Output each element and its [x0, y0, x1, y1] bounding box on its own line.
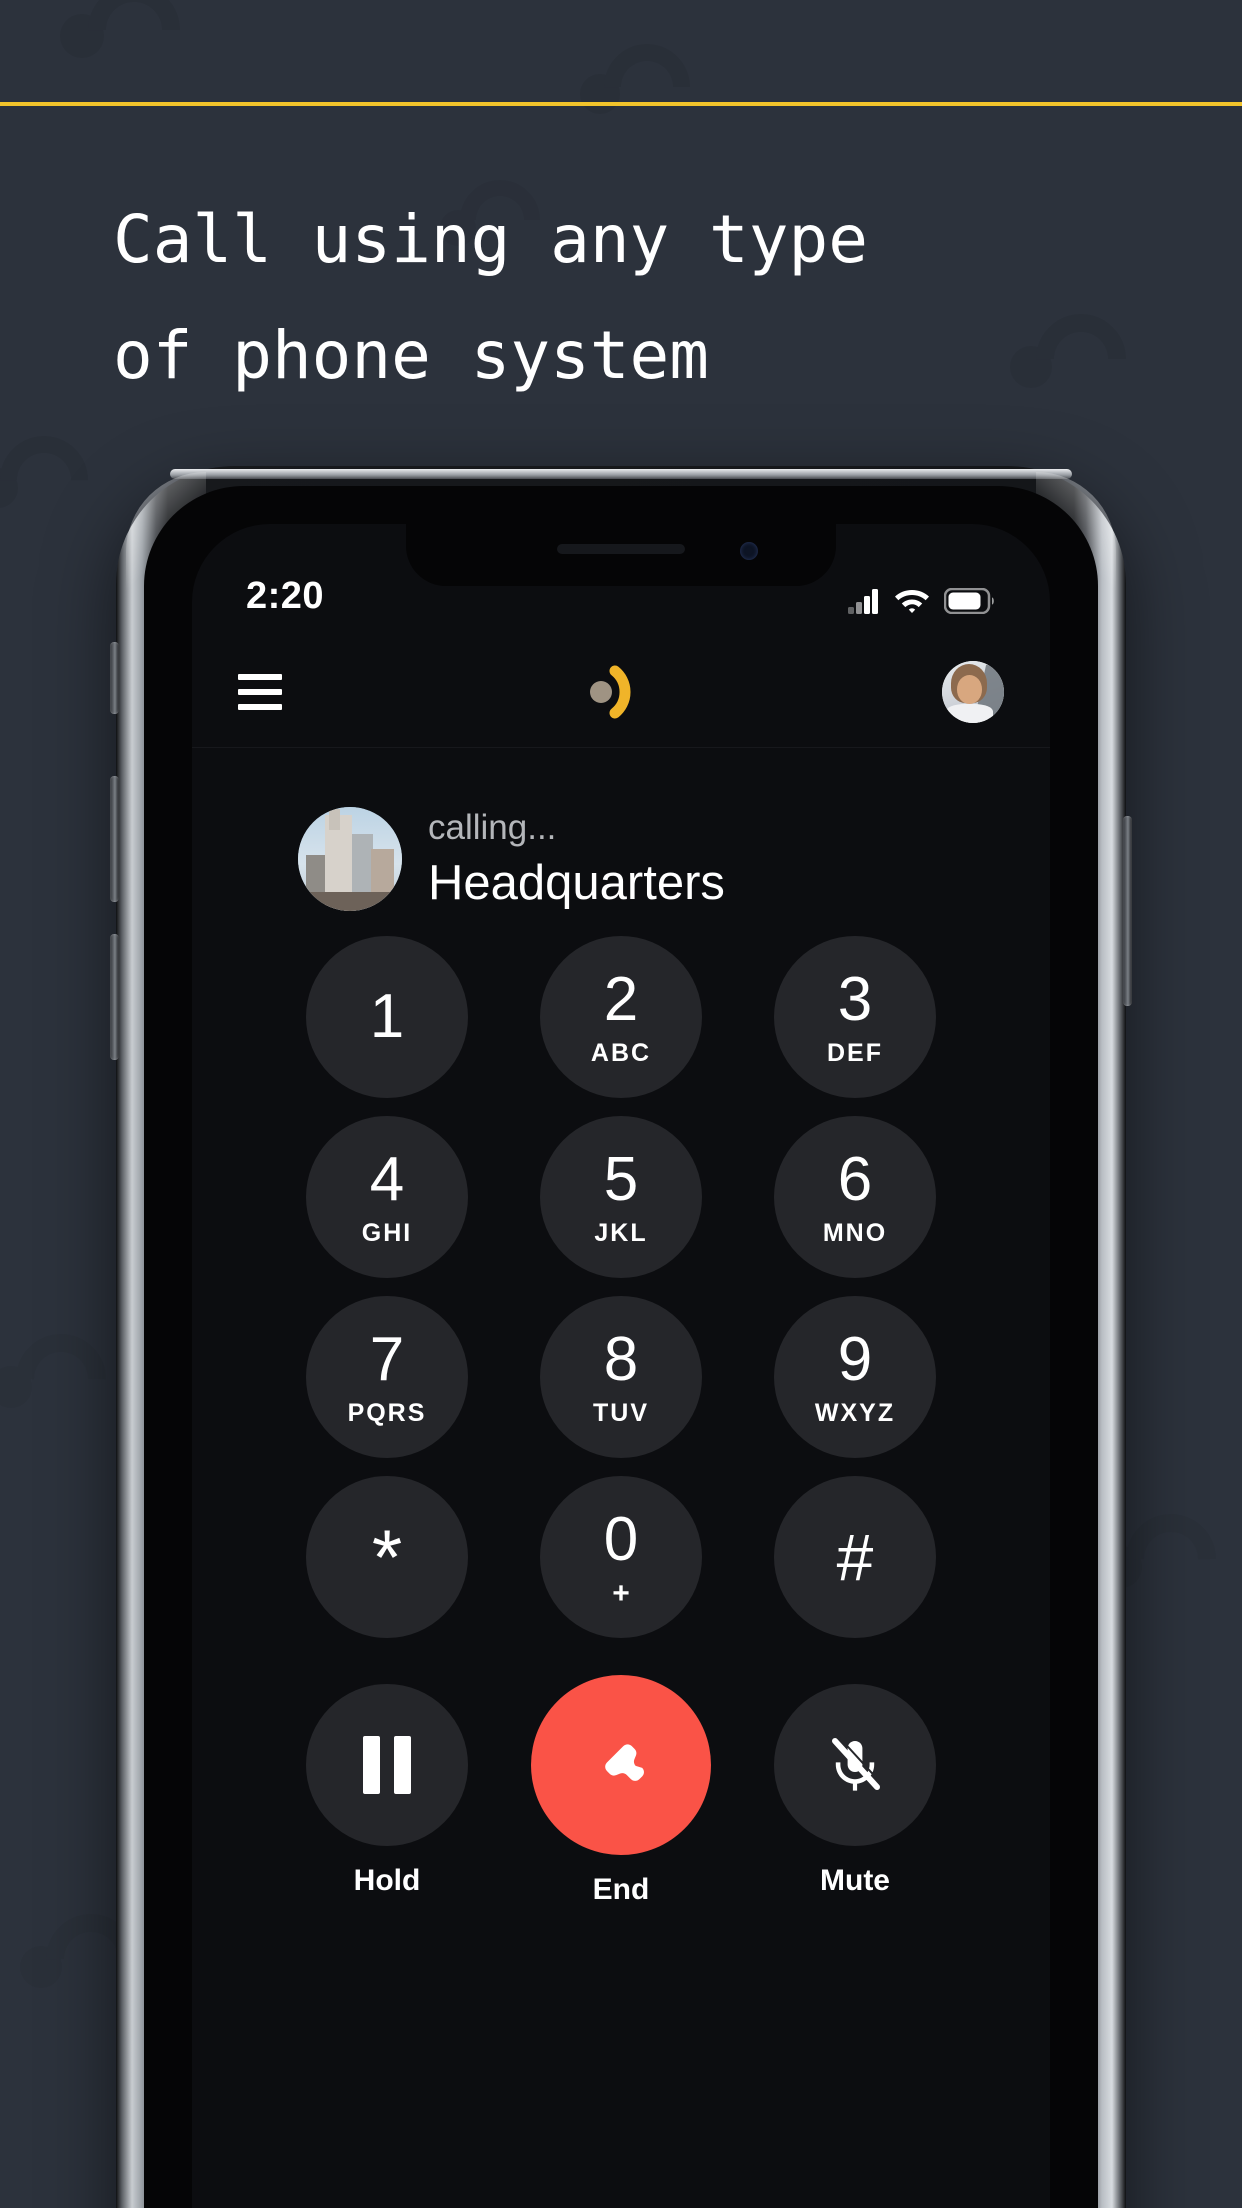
hold-label: Hold: [353, 1864, 421, 1897]
dialpad-key-letters: WXYZ: [814, 1398, 896, 1427]
hamburger-menu-icon[interactable]: [238, 673, 282, 710]
phone-mockup: 2:20 calling... Headquarters 1 2 ABC 3 D…: [110, 466, 1132, 2208]
dialpad-key-letters: DEF: [827, 1038, 883, 1067]
contact-photo: [298, 807, 402, 911]
dialpad-key-digit: 0: [603, 1504, 639, 1574]
deco-brand-mark: [0, 417, 110, 570]
microphone-muted-icon: [832, 1736, 882, 1791]
silent-switch-button[interactable]: [110, 642, 119, 714]
call-text: calling... Headquarters: [428, 806, 725, 912]
call-contact-name: Headquarters: [428, 856, 725, 910]
hang-up-phone-icon: [605, 1744, 644, 1781]
power-button[interactable]: [1123, 816, 1132, 1006]
display-notch: [406, 524, 836, 586]
dialpad-key-digit: 1: [369, 982, 405, 1051]
dialpad-key-digit: *: [371, 1513, 403, 1601]
battery-icon: [944, 588, 994, 614]
dialpad-key-9[interactable]: 9 WXYZ: [774, 1296, 936, 1458]
end-call-action: End: [504, 1675, 738, 1907]
mute-label: Mute: [820, 1864, 890, 1897]
active-call-info: calling... Headquarters: [298, 806, 725, 912]
volume-down-button[interactable]: [110, 934, 119, 1060]
dialpad-key-letters: ABC: [590, 1038, 652, 1067]
end-call-label: End: [592, 1873, 650, 1906]
dialpad-key-digit: 7: [369, 1324, 405, 1394]
dialpad-key-0[interactable]: 0 +: [540, 1476, 702, 1638]
end-call-button[interactable]: [531, 1675, 711, 1855]
front-camera: [740, 542, 758, 560]
dialpad-key-letters: PQRS: [347, 1398, 427, 1427]
dialpad-key-letters: TUV: [593, 1398, 649, 1427]
earpiece-speaker: [557, 544, 685, 554]
signal-icon: [848, 589, 878, 614]
dialpad-key-1[interactable]: 1: [306, 936, 468, 1098]
app-header: [192, 636, 1050, 748]
dialpad-key-4[interactable]: 4 GHI: [306, 1116, 468, 1278]
phone-screen: 2:20 calling... Headquarters 1 2 ABC 3 D…: [192, 524, 1050, 2208]
dialpad-key-5[interactable]: 5 JKL: [540, 1116, 702, 1278]
call-actions: Hold End Mute: [270, 1675, 972, 1907]
dialpad-key-letters: GHI: [361, 1218, 413, 1247]
dialpad-key-digit: 4: [369, 1144, 405, 1214]
dialpad-key-letters: MNO: [822, 1218, 888, 1247]
accent-divider: [0, 102, 1242, 106]
dialpad-key-digit: 9: [837, 1324, 873, 1394]
call-status-label: calling...: [428, 808, 557, 847]
dialpad-key-2[interactable]: 2 ABC: [540, 936, 702, 1098]
pause-icon: [363, 1736, 411, 1794]
wifi-icon: [895, 590, 929, 613]
dialpad-key-7[interactable]: 7 PQRS: [306, 1296, 468, 1458]
brand-logo-icon[interactable]: [581, 661, 643, 723]
mute-button[interactable]: [774, 1684, 936, 1846]
dialpad-key-digit: 8: [603, 1324, 639, 1394]
hold-button[interactable]: [306, 1684, 468, 1846]
volume-up-button[interactable]: [110, 776, 119, 902]
mute-action: Mute: [738, 1684, 972, 1898]
user-avatar[interactable]: [942, 660, 1004, 723]
dialpad-key-letters: JKL: [594, 1218, 648, 1247]
dialpad-key-letters: +: [612, 1576, 630, 1610]
dialpad-key-digit: 3: [837, 964, 873, 1034]
page-headline: Call using any type of phone system: [113, 201, 868, 394]
dialpad-key-digit: 5: [603, 1144, 639, 1214]
status-time: 2:20: [246, 575, 325, 617]
hold-action: Hold: [270, 1684, 504, 1898]
dialpad-key-3[interactable]: 3 DEF: [774, 936, 936, 1098]
phone-body: 2:20 calling... Headquarters 1 2 ABC 3 D…: [144, 486, 1098, 2208]
dialpad-key-digit: #: [836, 1520, 874, 1594]
dialpad-key-8[interactable]: 8 TUV: [540, 1296, 702, 1458]
dialpad-key-digit: 2: [603, 964, 639, 1034]
dialpad-key-digit: 6: [837, 1144, 873, 1214]
frame-highlight: [170, 469, 1072, 479]
dialpad: 1 2 ABC 3 DEF 4 GHI 5 JKL 6 MNO 7 PQRS 8…: [270, 936, 972, 1638]
dialpad-key-star[interactable]: *: [306, 1476, 468, 1638]
dialpad-key-hash[interactable]: #: [774, 1476, 936, 1638]
status-icons: [846, 587, 996, 618]
dialpad-key-6[interactable]: 6 MNO: [774, 1116, 936, 1278]
